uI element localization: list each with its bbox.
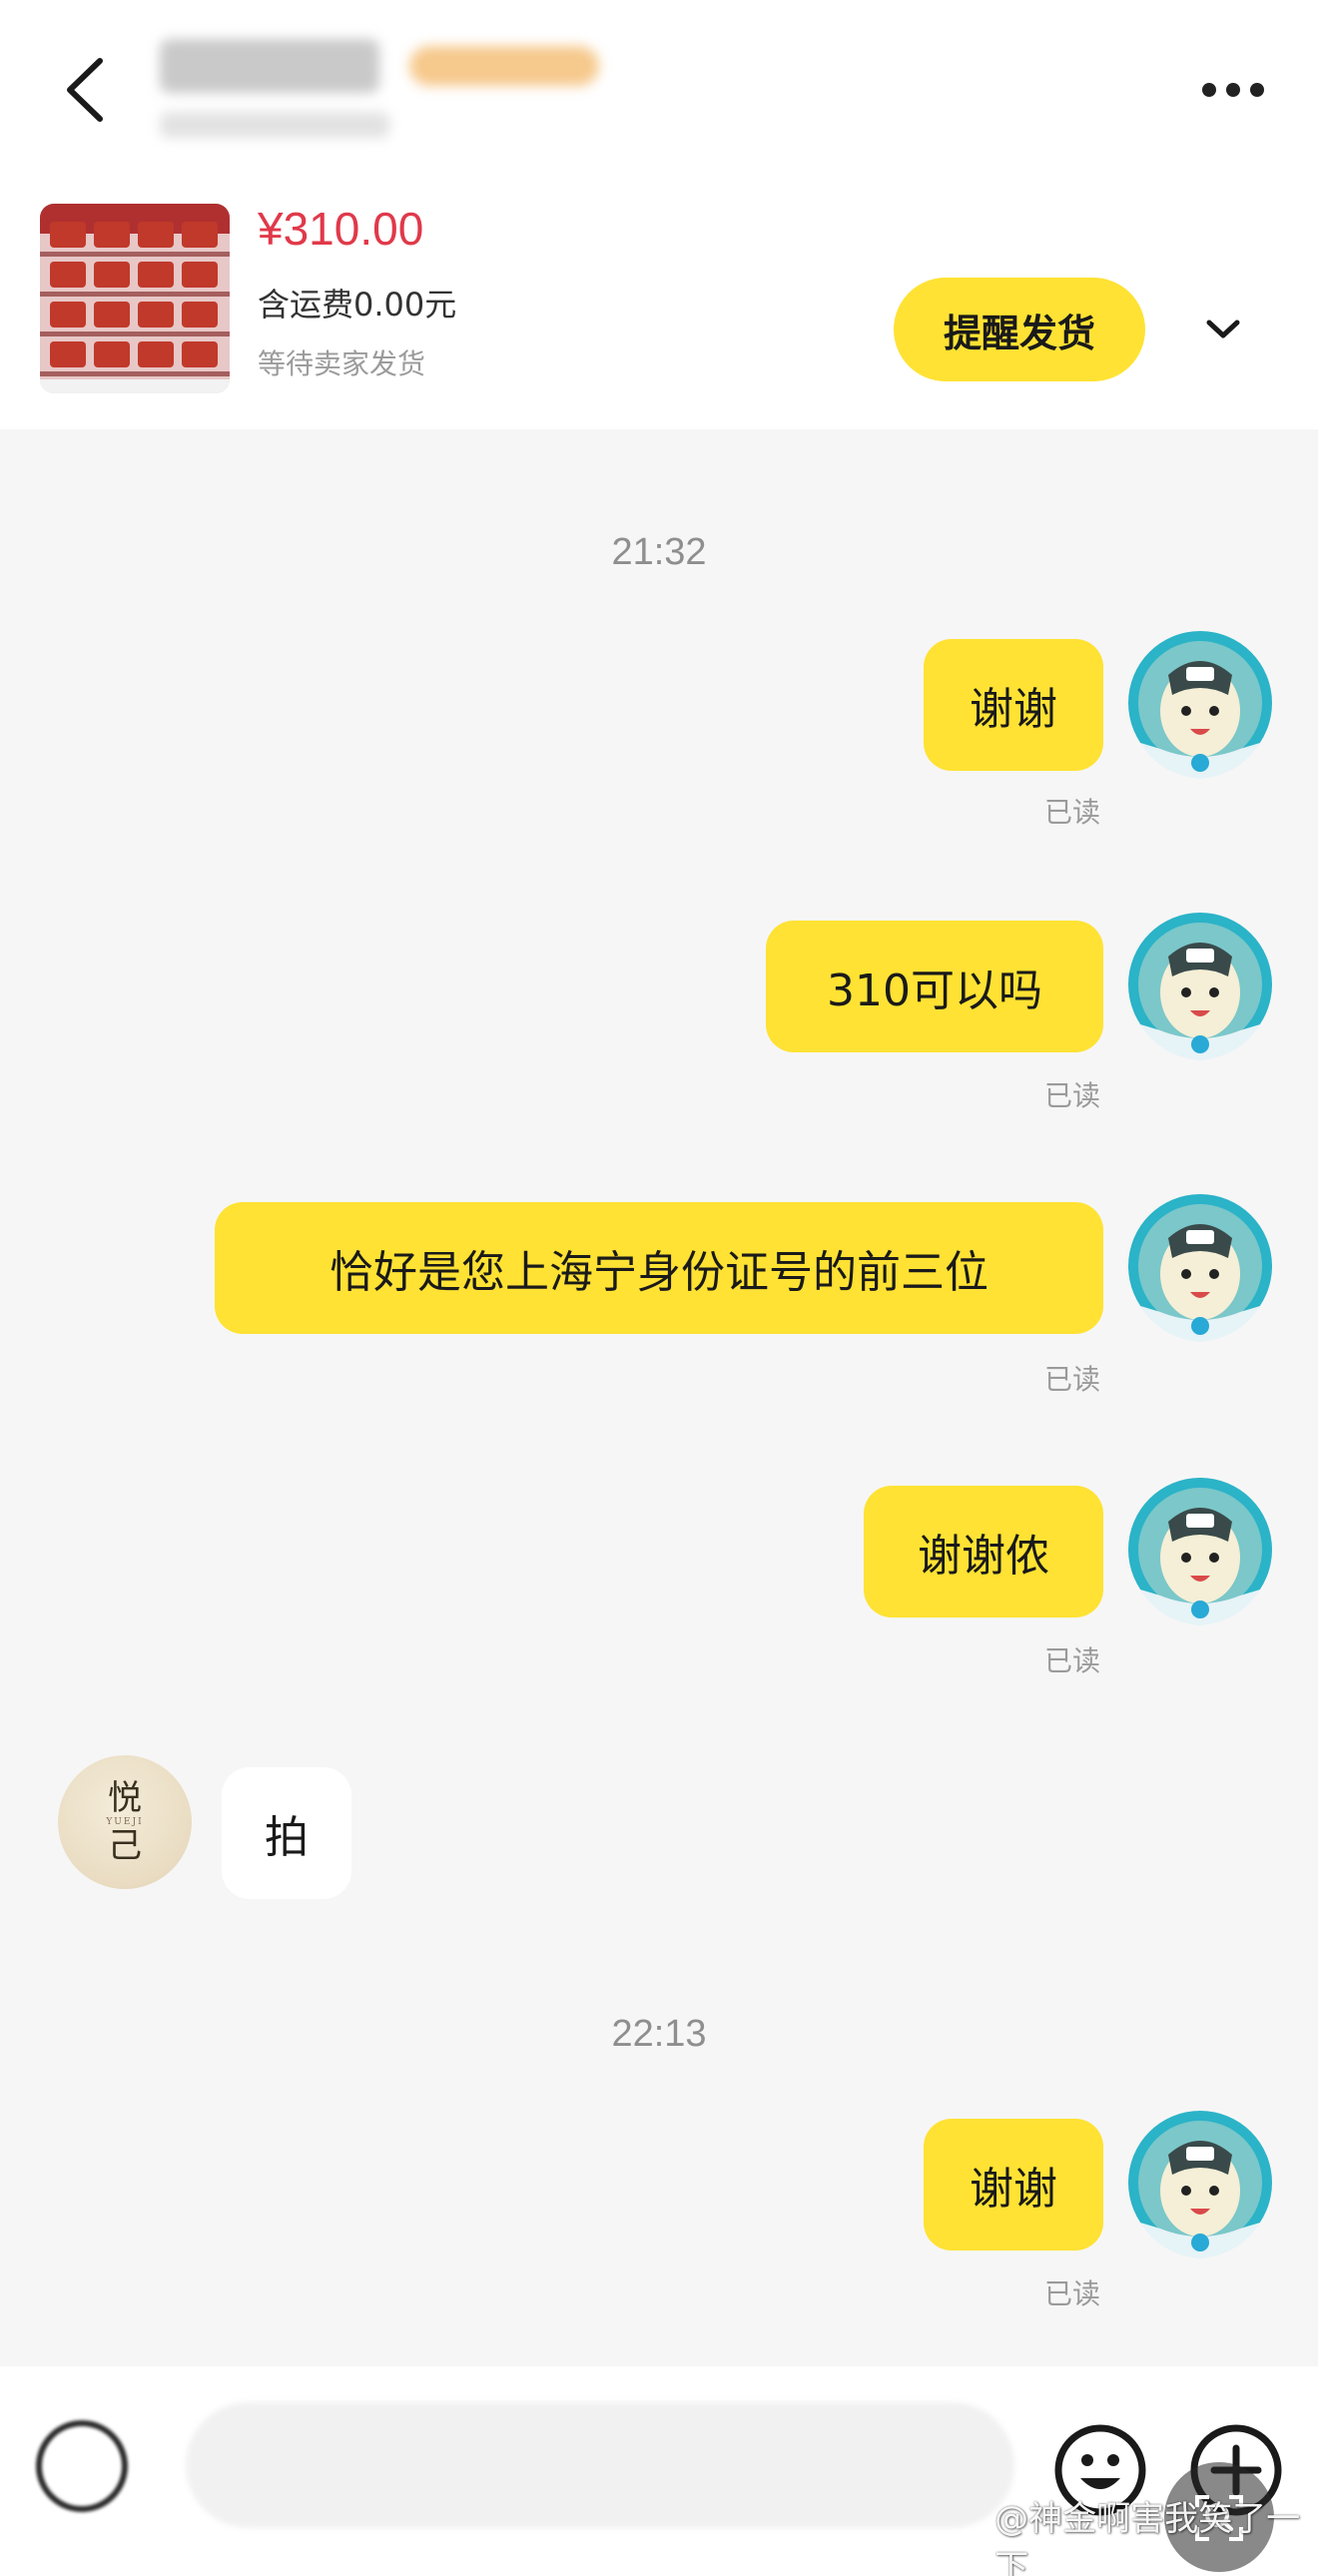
avatar-character-icon <box>1128 1194 1272 1342</box>
product-shipping-fee: 含运费0.00元 <box>258 286 457 323</box>
more-dot <box>1226 83 1240 97</box>
my-avatar[interactable] <box>1120 625 1280 785</box>
back-button[interactable] <box>50 50 120 130</box>
read-receipt: 已读 <box>1043 1363 1100 1396</box>
read-receipt: 已读 <box>1043 796 1100 829</box>
remind-ship-button[interactable]: 提醒发货 <box>894 278 1145 381</box>
my-avatar[interactable] <box>1120 1188 1280 1348</box>
order-product-card[interactable]: ¥310.00 含运费0.00元 等待卖家发货 提醒发货 <box>0 180 1318 429</box>
avatar-character-icon <box>1128 2111 1272 2258</box>
chevron-down-icon <box>1206 320 1240 338</box>
message-bubble-sent[interactable]: 谢谢 <box>924 639 1103 771</box>
product-price: ¥310.00 <box>258 203 424 255</box>
my-avatar[interactable] <box>1120 2105 1280 2264</box>
blurred-contact-badge <box>409 46 599 86</box>
read-receipt: 已读 <box>1043 1079 1100 1112</box>
message-input[interactable] <box>186 2402 1014 2528</box>
my-avatar[interactable] <box>1120 1472 1280 1631</box>
message-bubble-sent[interactable]: 谢谢侬 <box>864 1486 1103 1617</box>
chevron-left-icon <box>67 58 103 122</box>
product-thumbnail[interactable] <box>40 204 230 393</box>
order-status: 等待卖家发货 <box>258 347 426 380</box>
seller-avatar[interactable]: 悦 YUEJI 己 <box>58 1755 192 1889</box>
message-bubble-received[interactable]: 拍 <box>222 1767 351 1899</box>
weibo-logo-icon <box>952 2526 988 2556</box>
chat-timestamp: 21:32 <box>611 531 707 573</box>
message-bubble-sent[interactable]: 310可以吗 <box>766 921 1103 1052</box>
chat-timestamp: 22:13 <box>611 2013 707 2055</box>
more-options-button[interactable] <box>1188 60 1278 120</box>
message-bubble-sent[interactable]: 恰好是您上海宁身份证号的前三位 <box>215 1202 1103 1334</box>
avatar-character-icon <box>1128 913 1272 1060</box>
seller-avatar-char-bottom: 己 <box>108 1826 142 1866</box>
read-receipt: 已读 <box>1043 2277 1100 2310</box>
watermark-text: @神金啊害我笑了一下 <box>994 2499 1301 2576</box>
voice-input-button[interactable] <box>36 2420 128 2512</box>
avatar-character-icon <box>1128 1478 1272 1625</box>
message-bubble-sent[interactable]: 谢谢 <box>924 2119 1103 2251</box>
seller-avatar-char-top: 悦 <box>108 1778 142 1818</box>
product-image <box>40 204 230 393</box>
avatar-character-icon <box>1128 631 1272 779</box>
chat-header <box>0 0 1318 180</box>
blurred-contact-name <box>160 39 379 93</box>
contact-name-area <box>160 36 599 96</box>
blurred-contact-subtitle <box>160 112 389 138</box>
read-receipt: 已读 <box>1043 1644 1100 1677</box>
expand-card-button[interactable] <box>1188 300 1258 359</box>
weibo-watermark: @神金啊害我笑了一下 <box>951 2499 1318 2576</box>
more-dots-icon <box>1202 83 1216 97</box>
more-dot <box>1250 83 1264 97</box>
my-avatar[interactable] <box>1120 907 1280 1066</box>
